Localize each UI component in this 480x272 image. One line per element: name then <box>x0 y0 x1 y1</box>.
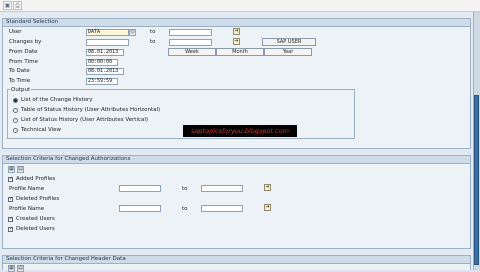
radio-change-history[interactable] <box>13 98 18 103</box>
multiple-selection-icon[interactable]: ➔ <box>233 38 240 45</box>
deleted-users-checkbox[interactable]: ✓ <box>8 227 13 232</box>
disk-icon[interactable]: ▣ <box>3 1 12 10</box>
sap-user-button[interactable]: SAP USER <box>262 38 316 46</box>
to-date-label: To Date <box>9 68 30 74</box>
profile-name2-to-field[interactable] <box>201 205 243 212</box>
application-toolbar <box>0 0 480 12</box>
multiple-selection-icon[interactable]: ➔ <box>264 204 271 211</box>
auth-criteria-group: Selection Criteria for Changed Authoriza… <box>2 155 471 249</box>
deselect-all-icon[interactable]: ▤ <box>17 265 24 272</box>
added-profiles-checkbox[interactable]: ✓ <box>8 177 13 182</box>
deleted-users-label: Deleted Users <box>16 226 55 232</box>
group-title: Selection Criteria for Changed Header Da… <box>3 256 470 264</box>
to-label: to <box>150 39 156 45</box>
deselect-all-icon[interactable]: ▤ <box>17 166 24 173</box>
from-time-field[interactable]: 00:00:00 <box>86 59 118 66</box>
to-label: to <box>182 206 188 212</box>
to-time-label: To Time <box>9 78 30 84</box>
changes-by-label: Changes by <box>9 39 42 45</box>
radio-label: List of the Change History <box>21 97 93 103</box>
created-users-checkbox[interactable]: ✓ <box>8 217 13 222</box>
to-date-field[interactable]: 08.01.2013 <box>86 68 124 75</box>
group-title: Standard Selection <box>3 19 470 27</box>
header-criteria-group: Selection Criteria for Changed Header Da… <box>2 255 471 270</box>
profile-name-from-field[interactable] <box>119 185 161 192</box>
group-title: Selection Criteria for Changed Authoriza… <box>3 156 470 164</box>
deleted-profiles-label: Deleted Profiles <box>16 196 60 202</box>
search-help-icon[interactable]: ◎ <box>129 29 136 36</box>
profile-name-label: Profile Name <box>9 206 45 212</box>
user-field[interactable]: DATA <box>86 29 129 36</box>
radio-technical-view[interactable] <box>13 128 18 133</box>
profile-name-to-field[interactable] <box>201 185 243 192</box>
added-profiles-label: Added Profiles <box>16 176 56 182</box>
output-frame-title: Output <box>10 87 32 93</box>
to-time-field[interactable]: 23:59:59 <box>86 78 118 85</box>
radio-label: Technical View <box>21 127 62 133</box>
select-all-icon[interactable]: ▦ <box>8 265 15 272</box>
changes-by-field[interactable] <box>86 39 129 46</box>
multiple-selection-icon[interactable]: ➔ <box>233 28 240 35</box>
profile-name2-from-field[interactable] <box>119 205 161 212</box>
print-icon[interactable]: ⎙ <box>13 1 22 10</box>
to-label: to <box>182 186 188 192</box>
watermark-banner: saptopicsforyou.blogspot.com <box>183 125 297 137</box>
radio-status-horizontal[interactable] <box>13 108 18 113</box>
from-date-label: From Date <box>9 49 38 55</box>
user-to-field[interactable] <box>169 29 212 36</box>
user-label: User <box>9 29 22 35</box>
week-button[interactable]: Week <box>168 48 216 56</box>
radio-label: Table of Status History (User Attributes… <box>21 107 161 113</box>
year-button[interactable]: Year <box>264 48 312 56</box>
scrollbar-thumb[interactable] <box>474 95 479 265</box>
select-all-icon[interactable]: ▦ <box>8 166 15 173</box>
multiple-selection-icon[interactable]: ➔ <box>264 184 271 191</box>
to-label: to <box>150 29 156 35</box>
from-time-label: From Time <box>9 59 38 65</box>
profile-name-label: Profile Name <box>9 186 45 192</box>
radio-label: List of Status History (User Attributes … <box>21 117 149 123</box>
from-date-field[interactable]: 08.01.2013 <box>86 49 124 56</box>
radio-status-vertical[interactable] <box>13 118 18 123</box>
changes-by-to-field[interactable] <box>169 39 212 46</box>
deleted-profiles-checkbox[interactable]: ✓ <box>8 197 13 202</box>
created-users-label: Created Users <box>16 216 55 222</box>
month-button[interactable]: Month <box>216 48 264 56</box>
